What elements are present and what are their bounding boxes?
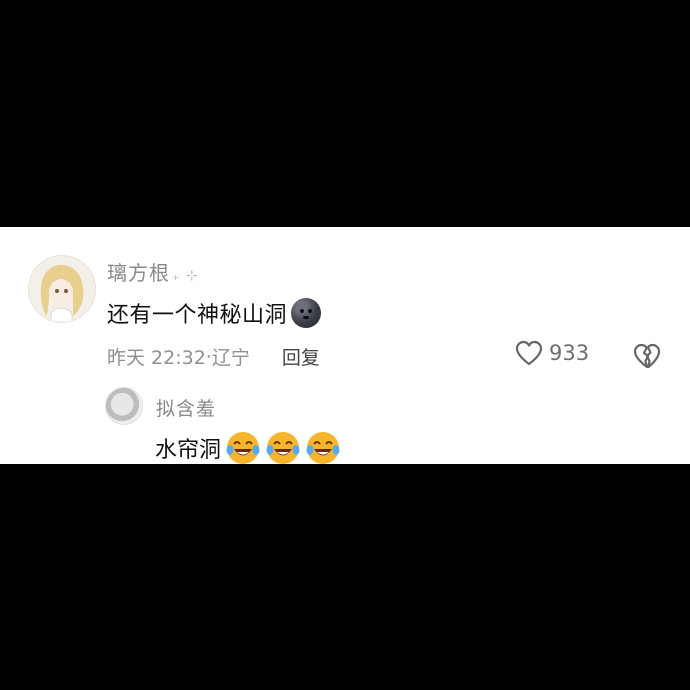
comment-location: 辽宁 [211, 347, 250, 369]
tears-of-joy-icon [225, 430, 261, 464]
sparkle-icon: ₊ ⊹ [172, 268, 199, 284]
comment-body: 还有一个神秘山洞 [107, 297, 322, 329]
reply-body: 水帘洞 [155, 430, 341, 464]
reply-text: 水帘洞 [155, 438, 222, 463]
heart-icon [515, 340, 543, 366]
comment-text: 还有一个神秘山洞 [107, 303, 288, 328]
dislike-button[interactable] [632, 342, 662, 370]
comment-meta: 昨天 22:32 · 辽宁 回复 [107, 343, 320, 370]
reply-button[interactable]: 回复 [282, 343, 320, 370]
like-count: 933 [549, 341, 590, 365]
comment-username[interactable]: 璃方根 ₊ ⊹ [107, 257, 199, 286]
comment-time: 昨天 22:32 [107, 347, 206, 369]
comment-username-text: 璃方根 [107, 261, 170, 285]
new-moon-face-emoji-icon [291, 298, 322, 328]
reply-user-avatar[interactable] [105, 387, 143, 425]
tears-of-joy-icon [265, 430, 301, 464]
like-button[interactable]: 933 [515, 340, 589, 366]
user-avatar[interactable] [28, 255, 96, 323]
comment-panel: 璃方根 ₊ ⊹ 还有一个神秘山洞 昨天 22:32 · 辽宁 回复 933 拟含羞 [0, 227, 690, 464]
broken-heart-icon [632, 342, 662, 370]
reply-username[interactable]: 拟含羞 [156, 394, 216, 421]
tears-of-joy-icon [305, 430, 341, 464]
